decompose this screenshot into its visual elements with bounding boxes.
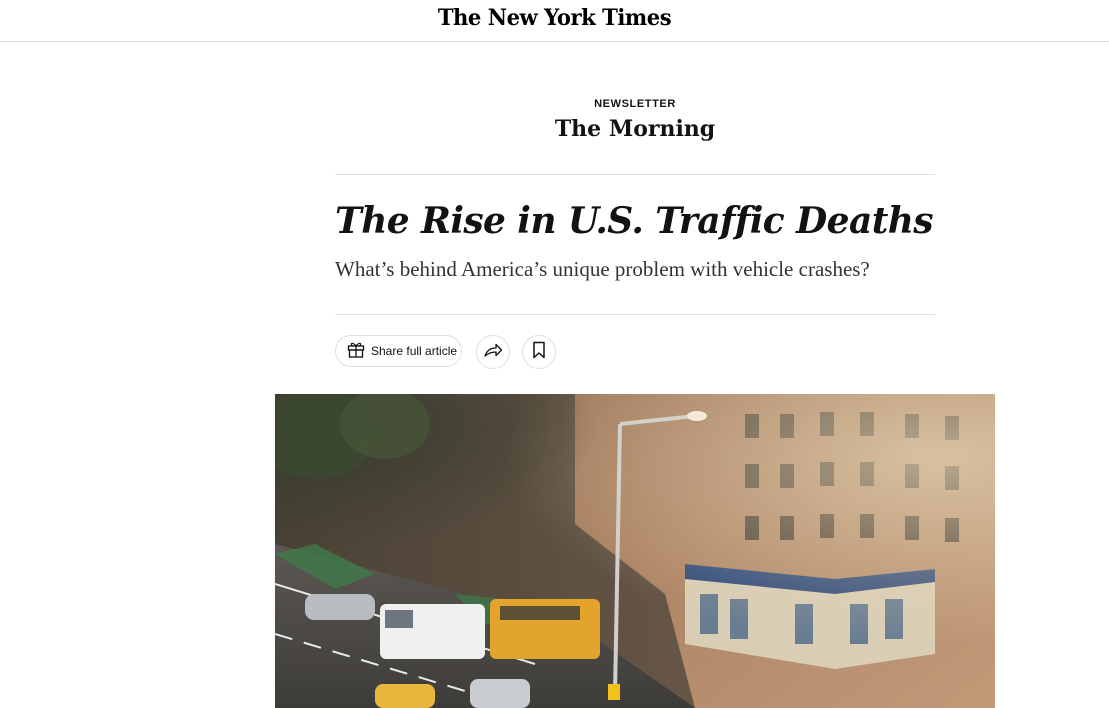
nyt-logo[interactable]: The New York Times xyxy=(22,5,1087,31)
forward-arrow-icon xyxy=(483,341,503,363)
street-intersection-photo xyxy=(275,394,995,708)
article-summary: What’s behind America’s unique problem w… xyxy=(335,257,870,281)
divider xyxy=(335,174,935,175)
gift-icon xyxy=(346,339,366,363)
divider xyxy=(335,314,935,315)
bookmark-icon xyxy=(532,341,546,363)
share-full-article-button[interactable]: Share full article xyxy=(335,335,462,367)
top-bar: The New York Times xyxy=(0,0,1109,42)
newsletter-kicker[interactable]: NEWSLETTER xyxy=(335,98,935,110)
share-button-label: Share full article xyxy=(371,344,458,358)
forward-button[interactable] xyxy=(476,335,510,369)
newsletter-title[interactable]: The Morning xyxy=(335,116,935,142)
lead-photo[interactable] xyxy=(275,394,995,708)
save-article-button[interactable] xyxy=(522,335,556,369)
article-headline: The Rise in U.S. Traffic Deaths xyxy=(335,200,934,242)
